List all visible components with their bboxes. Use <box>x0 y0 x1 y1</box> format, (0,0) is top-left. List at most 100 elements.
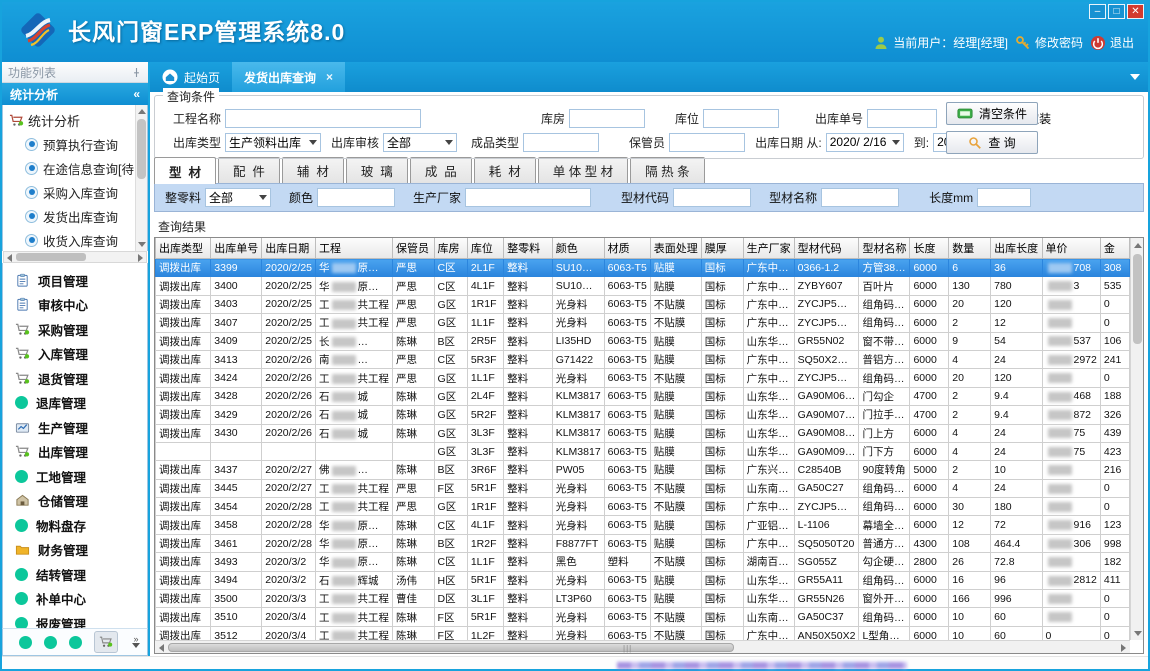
search-button[interactable]: 查 询 <box>946 131 1038 154</box>
column-header[interactable]: 出库单号 <box>211 238 262 259</box>
sidebar-item-补单中心[interactable]: 补单中心 <box>3 587 147 612</box>
table-row[interactable]: 调拨出库35122020/3/4工共工程陈琳F区1L2F整料光身料6063-T5… <box>156 626 1130 640</box>
material-tab-3[interactable]: 辅 材 <box>282 157 344 183</box>
sidebar-item-采购管理[interactable]: 采购管理 <box>3 317 147 342</box>
table-row[interactable]: 调拨出库34452020/2/27工共工程严思F区5R1F整料光身料6063-T… <box>156 479 1130 497</box>
column-header[interactable]: 整零料 <box>504 238 553 259</box>
more-modules-button[interactable]: » <box>132 636 140 648</box>
table-row[interactable]: 调拨出库34372020/2/27佛…陈琳B区3R6F整料PW056063-T5… <box>156 461 1130 479</box>
table-row[interactable]: 调拨出库34002020/2/25华原…严思C区4L1F整料SU10…6063-… <box>156 277 1130 295</box>
close-button[interactable]: ✕ <box>1127 4 1144 19</box>
sidebar-item-物料盘存[interactable]: 物料盘存 <box>3 513 147 538</box>
change-password-button[interactable]: 修改密码 <box>1015 34 1083 51</box>
column-header[interactable]: 长度 <box>910 238 949 259</box>
column-header[interactable]: 膜厚 <box>701 238 743 259</box>
sidebar-item-出库管理[interactable]: 出库管理 <box>3 440 147 465</box>
tree-vertical-scrollbar[interactable] <box>135 105 147 251</box>
material-tab-4[interactable]: 玻 璃 <box>346 157 408 183</box>
tab-list-dropdown-icon[interactable] <box>1130 74 1140 80</box>
table-row[interactable]: 调拨出库34282020/2/26石城陈琳G区2L4F整料KLM38176063… <box>156 387 1130 405</box>
module-dot-icon[interactable] <box>44 636 57 649</box>
table-vertical-scrollbar[interactable] <box>1130 238 1143 640</box>
table-row[interactable]: 调拨出库34132020/2/26南…严思C区5R3F整料G714226063-… <box>156 350 1130 368</box>
sidebar-item-入库管理[interactable]: 入库管理 <box>3 342 147 367</box>
column-header[interactable]: 材质 <box>604 238 650 259</box>
table-row[interactable]: 调拨出库34292020/2/26石城陈琳G区5R2F整料KLM38176063… <box>156 406 1130 424</box>
scroll-left-icon[interactable] <box>159 644 164 652</box>
sidebar-item-仓储管理[interactable]: 仓储管理 <box>3 489 147 514</box>
material-tab-2[interactable]: 配 件 <box>218 157 280 183</box>
module-dot-icon[interactable] <box>19 636 32 649</box>
tree-item[interactable]: 采购入库查询 <box>9 180 145 204</box>
sidebar-item-退货管理[interactable]: 退货管理 <box>3 366 147 391</box>
order-no-input[interactable] <box>867 109 937 128</box>
column-header[interactable]: 单价 <box>1042 238 1100 259</box>
product-type-input[interactable] <box>523 133 599 152</box>
keeper-input[interactable] <box>669 133 745 152</box>
scroll-up-icon[interactable] <box>138 109 146 114</box>
sidebar-item-结转管理[interactable]: 结转管理 <box>3 562 147 587</box>
logout-button[interactable]: 退出 <box>1090 34 1134 51</box>
zhengling-select[interactable]: 全部 <box>205 188 271 207</box>
column-header[interactable]: 保管员 <box>393 238 435 259</box>
scroll-left-icon[interactable] <box>7 254 12 262</box>
material-tab-6[interactable]: 耗 材 <box>474 157 536 183</box>
length-input[interactable] <box>977 188 1031 207</box>
scrollbar-thumb[interactable] <box>1133 254 1142 344</box>
table-row[interactable]: 调拨出库34032020/2/25工共工程严思G区1R1F整料光身料6063-T… <box>156 295 1130 313</box>
maximize-button[interactable]: □ <box>1108 4 1125 19</box>
scroll-right-icon[interactable] <box>1121 644 1126 652</box>
out-type-select[interactable]: 生产领料出库 <box>225 133 321 152</box>
project-name-input[interactable] <box>225 109 421 128</box>
minimize-button[interactable]: – <box>1089 4 1106 19</box>
column-header[interactable]: 数量 <box>949 238 991 259</box>
column-header[interactable]: 金 <box>1100 238 1129 259</box>
table-row[interactable]: 调拨出库34302020/2/26石城陈琳G区3L3F整料KLM38176063… <box>156 424 1130 442</box>
pin-icon[interactable] <box>131 67 142 78</box>
profile-code-input[interactable] <box>673 188 751 207</box>
column-header[interactable]: 出库日期 <box>262 238 316 259</box>
column-header[interactable]: 出库类型 <box>156 238 211 259</box>
table-row[interactable]: 调拨出库34582020/2/28华原…陈琳C区4L1F整料光身料6063-T5… <box>156 516 1130 534</box>
color-input[interactable] <box>317 188 395 207</box>
tab-outbound-query[interactable]: 发货出库查询 × <box>232 62 345 92</box>
tree-root-node[interactable]: 统计分析 <box>9 109 145 132</box>
scroll-up-icon[interactable] <box>1134 243 1142 248</box>
table-row[interactable]: 调拨出库34242020/2/26工共工程严思G区1L1F整料光身料6063-T… <box>156 369 1130 387</box>
table-row[interactable]: G区3L3F整料KLM38176063-T5贴膜国标山东华…GA90M09…门下… <box>156 442 1130 460</box>
column-header[interactable]: 库房 <box>434 238 467 259</box>
table-row[interactable]: 调拨出库34612020/2/28华原…陈琳B区1R2F整料F8877FT606… <box>156 534 1130 552</box>
sidebar-item-报废管理[interactable]: 报废管理 <box>3 611 147 628</box>
table-row[interactable]: 调拨出库34542020/2/28工共工程严思G区1R1F整料光身料6063-T… <box>156 498 1130 516</box>
table-row[interactable]: 调拨出库33992020/2/25华原…严思C区2L1F整料SU10…6063-… <box>156 259 1130 277</box>
profile-name-input[interactable] <box>821 188 899 207</box>
sidebar-item-项目管理[interactable]: 项目管理 <box>3 268 147 293</box>
sidebar-item-财务管理[interactable]: 财务管理 <box>3 538 147 563</box>
table-horizontal-scrollbar[interactable]: ||| <box>155 640 1130 653</box>
statistics-module-button[interactable] <box>94 631 118 653</box>
column-header[interactable]: 出库长度 <box>991 238 1042 259</box>
table-row[interactable]: 调拨出库34942020/3/2石辉城汤伟H区5R1F整料光身料6063-T5贴… <box>156 571 1130 589</box>
scrollbar-thumb[interactable] <box>137 119 146 179</box>
material-tab-1[interactable]: 型 材 <box>154 157 216 184</box>
sidebar-item-生产管理[interactable]: 生产管理 <box>3 415 147 440</box>
column-header[interactable]: 库位 <box>467 238 503 259</box>
tree-horizontal-scrollbar[interactable] <box>3 251 147 263</box>
scroll-down-icon[interactable] <box>1134 631 1142 636</box>
collapse-icon[interactable]: « <box>133 87 140 101</box>
sidebar-item-工地管理[interactable]: 工地管理 <box>3 464 147 489</box>
column-header[interactable]: 型材代码 <box>794 238 859 259</box>
sidebar-panel-title[interactable]: 统计分析 « <box>2 83 148 105</box>
column-header[interactable]: 工程 <box>316 238 393 259</box>
module-dot-icon[interactable] <box>69 636 82 649</box>
sidebar-item-审核中心[interactable]: 审核中心 <box>3 293 147 318</box>
scrollbar-thumb[interactable] <box>168 643 734 652</box>
tree-item[interactable]: 预算执行查询 <box>9 132 145 156</box>
tree-item[interactable]: 在途信息查询[待 <box>9 156 145 180</box>
warehouse-input[interactable] <box>569 109 645 128</box>
column-header[interactable]: 颜色 <box>552 238 604 259</box>
location-input[interactable] <box>703 109 779 128</box>
table-row[interactable]: 调拨出库34932020/3/2华原…陈琳C区1L1F整料黑色塑料不贴膜国标湖南… <box>156 553 1130 571</box>
material-tab-7[interactable]: 单 体 型 材 <box>538 157 628 183</box>
sidebar-item-退库管理[interactable]: 退库管理 <box>3 391 147 416</box>
